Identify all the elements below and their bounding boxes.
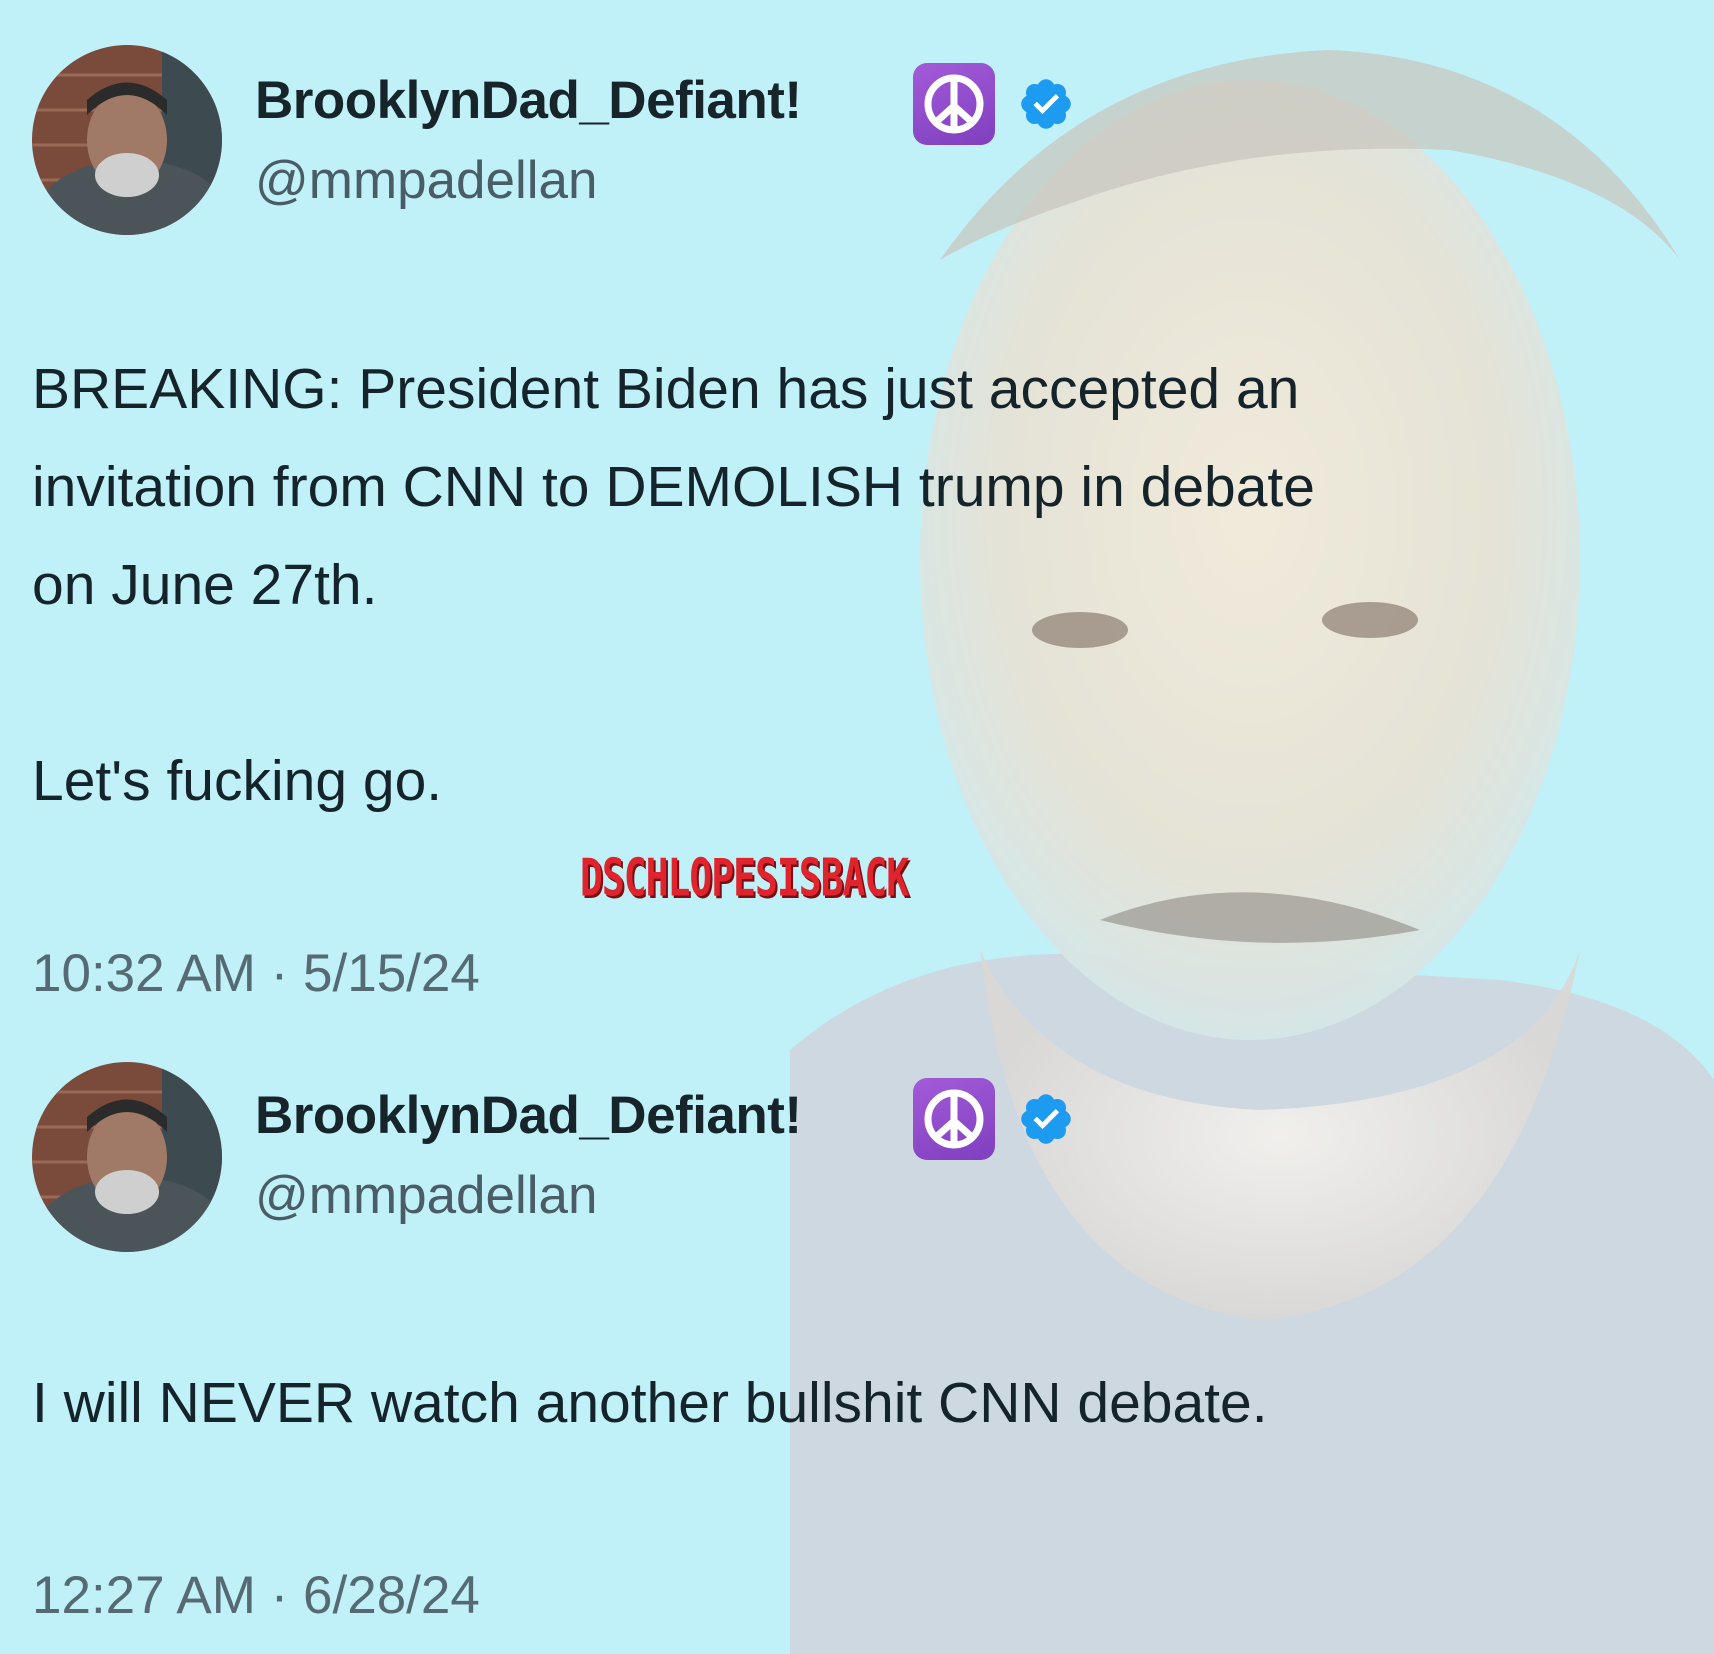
timestamp[interactable]: 10:32 AM · 5/15/24 — [32, 943, 480, 1004]
handle[interactable]: @mmpadellan — [255, 150, 598, 211]
peace-symbol-icon — [913, 63, 995, 145]
display-name[interactable]: BrooklynDad_Defiant! — [255, 1085, 802, 1146]
handle[interactable]: @mmpadellan — [255, 1165, 598, 1226]
verified-badge-icon — [1017, 1090, 1075, 1148]
display-name[interactable]: BrooklynDad_Defiant! — [255, 70, 802, 131]
avatar[interactable] — [32, 1062, 222, 1252]
tweet-text: BREAKING: President Biden has just accep… — [32, 357, 1315, 813]
watermark-text: DSCHLOPESISBACK — [580, 848, 909, 908]
peace-symbol-icon — [913, 1078, 995, 1160]
verified-badge-icon — [1017, 75, 1075, 133]
avatar[interactable] — [32, 45, 222, 235]
timestamp[interactable]: 12:27 AM · 6/28/24 — [32, 1565, 480, 1626]
tweet-text: I will NEVER watch another bullshit CNN … — [32, 1371, 1268, 1435]
